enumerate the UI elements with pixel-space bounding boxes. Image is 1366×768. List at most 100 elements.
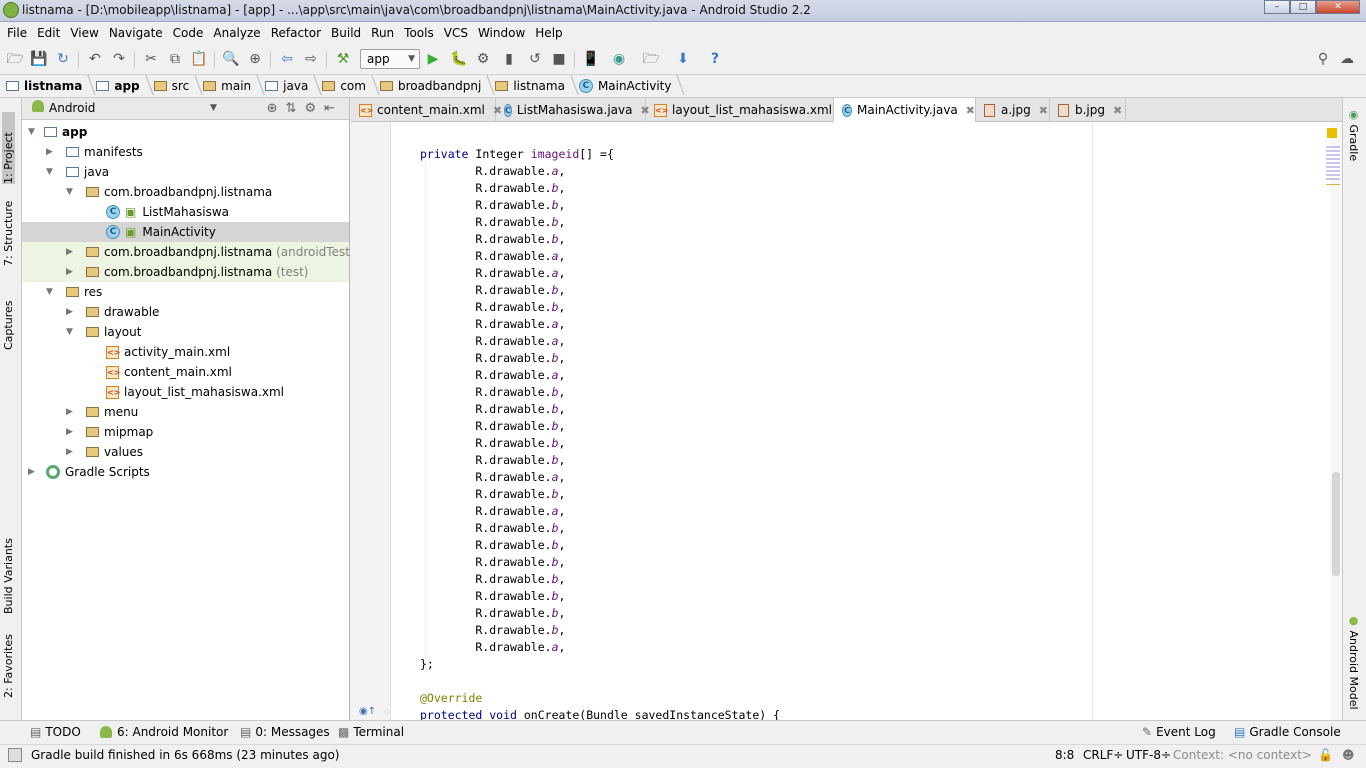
redo-icon[interactable]: ↷: [110, 50, 128, 68]
menu-help[interactable]: Help: [530, 26, 567, 40]
tree-item-gradle-scripts[interactable]: ▶ Gradle Scripts: [22, 462, 349, 482]
copy-icon[interactable]: ⧉: [166, 50, 184, 68]
tool-gradle[interactable]: ◉ Gradle: [1347, 108, 1360, 161]
crumb-app[interactable]: app: [96, 79, 153, 93]
tree-item-activity-main-xml[interactable]: <> activity_main.xml: [22, 342, 349, 362]
tab-b-jpg[interactable]: b.jpg ✖: [1050, 98, 1126, 122]
file-encoding[interactable]: UTF-8÷: [1126, 748, 1171, 762]
back-icon[interactable]: ⇦: [278, 50, 296, 68]
minimize-icon[interactable]: –: [1264, 0, 1290, 14]
tree-item-layout-list-mahasiswa-xml[interactable]: <> layout_list_mahasiswa.xml: [22, 382, 349, 402]
tree-item-package-androidtest[interactable]: ▶ com.broadbandpnj.listnama (androidTest): [22, 242, 355, 262]
undo-icon[interactable]: ↶: [86, 50, 104, 68]
lock-icon[interactable]: 🔓: [1318, 748, 1333, 762]
code-editor[interactable]: ◉↑ ♢ private Integer imageid[] ={ R.draw…: [351, 122, 1342, 722]
crumb-listnama[interactable]: listnama: [6, 79, 96, 93]
build-hammer-icon[interactable]: ⚒: [334, 50, 352, 68]
tool-windows-icon[interactable]: [8, 748, 22, 762]
tool-android-model[interactable]: ● Android Model: [1347, 614, 1360, 710]
attach-debugger-icon[interactable]: ▮: [500, 50, 518, 68]
save-icon[interactable]: 💾: [30, 50, 48, 68]
menu-build[interactable]: Build: [326, 26, 366, 40]
apply-changes-icon[interactable]: ↺: [526, 50, 544, 68]
menu-code[interactable]: Code: [168, 26, 209, 40]
gear-icon[interactable]: ⚙: [304, 101, 324, 116]
sync-icon[interactable]: ↻: [54, 50, 72, 68]
close-icon[interactable]: ✕: [1316, 0, 1360, 14]
search-everywhere-icon[interactable]: ⚲: [1314, 50, 1332, 68]
crumb-listnama-pkg[interactable]: listnama: [495, 79, 579, 93]
debug-icon[interactable]: 🐛: [450, 50, 468, 68]
tool-project[interactable]: 1: Project: [2, 112, 15, 184]
close-tab-icon[interactable]: ✖: [1039, 99, 1048, 122]
run-icon[interactable]: ▶: [424, 50, 442, 68]
replace-icon[interactable]: ⊕: [246, 50, 264, 68]
hide-icon[interactable]: ⇤: [324, 101, 343, 116]
tool-build-variants[interactable]: Build Variants: [2, 530, 15, 614]
tab-mainactivity-java[interactable]: C MainActivity.java ✖: [834, 98, 976, 123]
crumb-src[interactable]: src: [153, 79, 204, 93]
crumb-main[interactable]: main: [203, 79, 265, 93]
menu-refactor[interactable]: Refactor: [266, 26, 326, 40]
tool-android-monitor[interactable]: 6: Android Monitor: [100, 725, 228, 739]
forward-icon[interactable]: ⇨: [302, 50, 320, 68]
tool-event-log[interactable]: ✎ Event Log: [1142, 725, 1216, 739]
tool-terminal[interactable]: ▩ Terminal: [338, 725, 404, 739]
run-configuration-select[interactable]: app ▼: [360, 49, 420, 69]
tool-gradle-console[interactable]: ▤ Gradle Console: [1234, 725, 1341, 739]
help-icon[interactable]: ?: [706, 50, 724, 68]
project-structure-icon[interactable]: 🗁: [642, 50, 660, 68]
profile-icon[interactable]: ⚙: [474, 50, 492, 68]
tree-item-menu[interactable]: ▶ menu: [22, 402, 349, 422]
menu-window[interactable]: Window: [473, 26, 530, 40]
fold-icon[interactable]: ♢: [383, 708, 391, 718]
crumb-com[interactable]: com: [322, 79, 380, 93]
scrollbar-thumb[interactable]: [1332, 472, 1340, 576]
stop-icon[interactable]: ■: [550, 50, 568, 68]
inspector-icon[interactable]: ☻: [1342, 748, 1355, 762]
tool-todo[interactable]: ▤ TODO: [30, 725, 81, 739]
override-marker-icon[interactable]: ◉↑: [359, 706, 376, 717]
menu-run[interactable]: Run: [366, 26, 399, 40]
status-message[interactable]: Gradle build finished in 6s 668ms (23 mi…: [31, 748, 340, 762]
line-separator[interactable]: CRLF÷: [1083, 748, 1123, 762]
maximize-icon[interactable]: □: [1290, 0, 1316, 14]
menu-analyze[interactable]: Analyze: [208, 26, 265, 40]
tree-item-drawable[interactable]: ▶ drawable: [22, 302, 349, 322]
tab-content-main-xml[interactable]: <> content_main.xml ✖: [351, 98, 502, 122]
close-tab-icon[interactable]: ✖: [1113, 99, 1122, 122]
menu-tools[interactable]: Tools: [399, 26, 439, 40]
tab-layout-list-mahasiswa-xml[interactable]: <>layout_list_mahasiswa.xml✖: [646, 98, 849, 122]
tree-item-java[interactable]: ▼ java: [22, 162, 349, 182]
caret-position[interactable]: 8:8: [1055, 748, 1074, 762]
tab-listmahasiswa-java[interactable]: C ListMahasiswa.java ✖: [496, 98, 650, 122]
tree-item-app[interactable]: ▼ app: [22, 122, 349, 142]
tree-item-mainactivity[interactable]: C ▣ MainActivity: [22, 222, 349, 242]
tool-favorites[interactable]: 2: Favorites: [2, 634, 15, 698]
warning-marker-icon[interactable]: [1327, 128, 1337, 138]
tree-item-package-test[interactable]: ▶ com.broadbandpnj.listnama (test): [22, 262, 349, 282]
project-view-selector[interactable]: Android ▼ ⊕⇅⚙⇤: [22, 98, 349, 120]
avd-manager-icon[interactable]: 📱: [582, 50, 600, 68]
menu-navigate[interactable]: Navigate: [104, 26, 168, 40]
usage-markers[interactable]: [1326, 146, 1340, 180]
find-icon[interactable]: 🔍: [222, 50, 240, 68]
tree-item-content-main-xml[interactable]: <> content_main.xml: [22, 362, 349, 382]
crumb-java[interactable]: java: [265, 79, 322, 93]
tree-item-package-main[interactable]: ▼ com.broadbandpnj.listnama: [22, 182, 349, 202]
tree-item-mipmap[interactable]: ▶ mipmap: [22, 422, 349, 442]
tree-item-listmahasiswa[interactable]: C ▣ ListMahasiswa: [22, 202, 349, 222]
event-icon[interactable]: ☁: [1338, 50, 1356, 68]
crumb-broadbandpnj[interactable]: broadbandpnj: [379, 79, 495, 93]
tab-a-jpg[interactable]: a.jpg ✖: [976, 98, 1050, 122]
scroll-from-source-icon[interactable]: ⊕: [267, 101, 286, 116]
tool-captures[interactable]: Captures: [2, 294, 15, 350]
tree-item-manifests[interactable]: ▶ manifests: [22, 142, 349, 162]
menu-file[interactable]: File: [2, 26, 32, 40]
paste-icon[interactable]: 📋: [190, 50, 208, 68]
collapse-all-icon[interactable]: ⇅: [286, 101, 305, 116]
menu-edit[interactable]: Edit: [32, 26, 65, 40]
sync-gradle-icon[interactable]: ◉: [610, 50, 628, 68]
crumb-mainactivity[interactable]: C MainActivity: [578, 79, 686, 93]
editor-scrollbar[interactable]: [1330, 122, 1342, 720]
